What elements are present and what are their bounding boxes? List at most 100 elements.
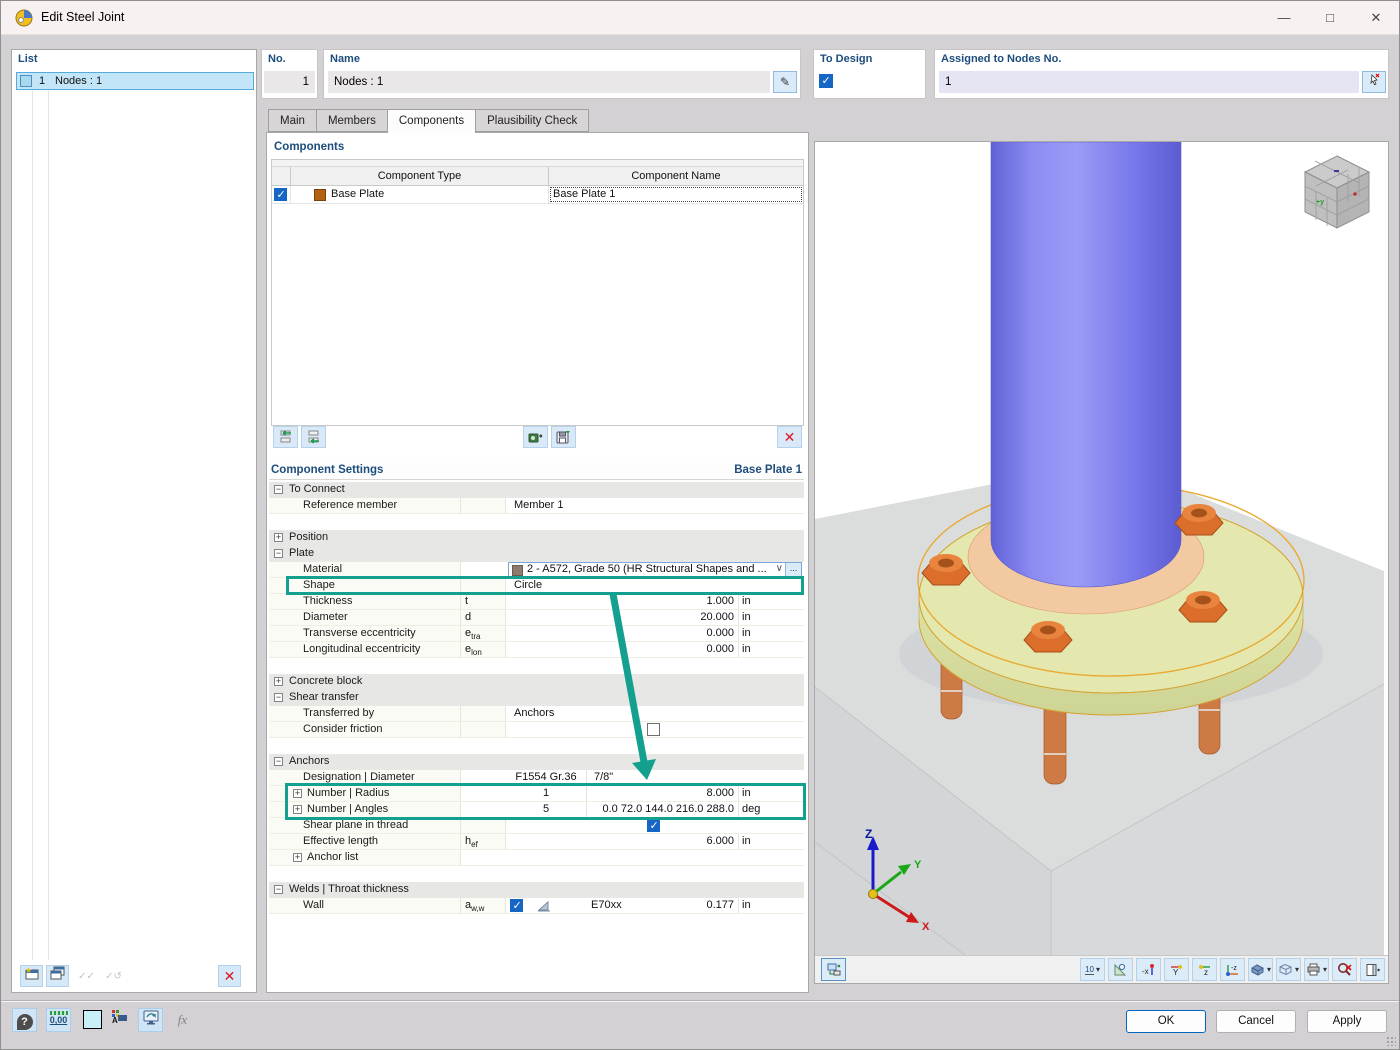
group-to-connect[interactable]: − To Connect (269, 482, 804, 498)
view-z-button[interactable]: z (1192, 958, 1217, 981)
apply-button[interactable]: Apply (1307, 1010, 1387, 1033)
name-field[interactable]: Nodes : 1 (328, 71, 770, 93)
sync-views-button[interactable] (821, 958, 846, 981)
row-thickness[interactable]: Thickness t 1.000 in (269, 594, 804, 610)
view-y-button[interactable]: Y (1164, 958, 1189, 981)
material-browse-button[interactable]: ... (785, 563, 801, 576)
collapse-icon[interactable]: − (274, 693, 283, 702)
row-longitudinal-eccentricity[interactable]: Longitudinal eccentricity elon 0.000 in (269, 642, 804, 658)
print-button[interactable]: ▾ (1304, 958, 1329, 981)
thickness-value[interactable]: 1.000 (706, 595, 734, 607)
angles-count-value[interactable]: 5 (506, 803, 586, 815)
save-component-button[interactable] (551, 426, 576, 448)
expand-icon[interactable]: + (293, 853, 302, 862)
group-concrete-block[interactable]: + Concrete block (269, 674, 804, 690)
anchor-diameter-value[interactable]: 7/8" (594, 771, 613, 783)
navigation-cube[interactable]: +y (1305, 156, 1369, 228)
row-number-angles[interactable]: + Number | Angles 5 0.0 72.0 144.0 216.0… (269, 802, 804, 818)
row-shear-plane[interactable]: Shear plane in thread (269, 818, 804, 834)
select-nodes-button[interactable] (1362, 71, 1386, 93)
list-item-nodes-1[interactable]: 1 Nodes : 1 (16, 72, 254, 90)
units-settings-button[interactable]: 0,00 (46, 1008, 71, 1032)
tab-members[interactable]: Members (317, 109, 388, 132)
expand-icon[interactable]: + (274, 677, 283, 686)
electrode-value[interactable]: E70xx (591, 899, 622, 911)
etra-value[interactable]: 0.000 (706, 627, 734, 639)
view-isometric-button[interactable]: -z (1220, 958, 1245, 981)
angles-list-value[interactable]: 0.0 72.0 144.0 216.0 288.0 (602, 803, 734, 815)
maximize-button[interactable]: □ (1307, 1, 1353, 35)
collapse-icon[interactable]: − (274, 549, 283, 558)
anchor-radius-value[interactable]: 8.000 (706, 787, 734, 799)
expand-icon[interactable]: + (293, 789, 302, 798)
row-transverse-eccentricity[interactable]: Transverse eccentricity etra 0.000 in (269, 626, 804, 642)
row-diameter[interactable]: Diameter d 20.000 in (269, 610, 804, 626)
insert-row-above-button[interactable] (273, 426, 298, 448)
cancel-zoom-button[interactable] (1332, 958, 1357, 981)
collapse-icon[interactable]: − (274, 485, 283, 494)
component-row-base-plate[interactable]: Base Plate Base Plate 1 (272, 186, 803, 204)
to-design-checkbox[interactable] (819, 74, 833, 88)
display-mode-button[interactable]: ▾ (1248, 958, 1273, 981)
transferred-by-value[interactable]: Anchors (514, 707, 554, 719)
insert-row-below-button[interactable] (301, 426, 326, 448)
3d-viewport[interactable]: +y Z Y X (814, 141, 1389, 984)
no-field[interactable]: 1 (264, 71, 315, 93)
collapse-icon[interactable]: − (274, 757, 283, 766)
row-transferred-by[interactable]: Transferred by Anchors (269, 706, 804, 722)
wall-weld-checkbox[interactable] (510, 899, 523, 912)
copy-joint-button[interactable] (46, 965, 69, 987)
ok-button[interactable]: OK (1126, 1010, 1206, 1033)
expand-icon[interactable]: + (274, 533, 283, 542)
designation-value[interactable]: F1554 Gr.36 (506, 771, 586, 783)
row-material[interactable]: Material 2 - A572, Grade 50 (HR Structur… (269, 562, 804, 578)
reference-member-value[interactable]: Member 1 (514, 499, 564, 511)
anchor-count-value[interactable]: 1 (506, 787, 586, 799)
delete-component-button[interactable]: ✕ (777, 426, 802, 448)
title-bar[interactable]: Edit Steel Joint — □ ✕ (1, 1, 1399, 35)
minimize-button[interactable]: — (1261, 1, 1307, 35)
group-welds[interactable]: − Welds | Throat thickness (269, 882, 804, 898)
view-minus-x-button[interactable]: -x (1136, 958, 1161, 981)
row-reference-member[interactable]: Reference member Member 1 (269, 498, 804, 514)
row-anchor-list[interactable]: + Anchor list (269, 850, 804, 866)
component-name-cell[interactable]: Base Plate 1 (549, 186, 803, 203)
collapse-icon[interactable]: − (274, 885, 283, 894)
expand-icon[interactable]: + (293, 805, 302, 814)
rendering-button[interactable] (138, 1008, 163, 1032)
row-consider-friction[interactable]: Consider friction (269, 722, 804, 738)
group-plate[interactable]: − Plate (269, 546, 804, 562)
tab-plausibility-check[interactable]: Plausibility Check (476, 109, 589, 132)
shape-value[interactable]: Circle (514, 579, 542, 591)
elon-value[interactable]: 0.000 (706, 643, 734, 655)
new-joint-button[interactable]: ★ (20, 965, 43, 987)
view-angle-button[interactable] (1108, 958, 1133, 981)
column-member[interactable] (991, 142, 1181, 587)
rename-button[interactable]: ✎ (773, 71, 797, 93)
group-shear-transfer[interactable]: − Shear transfer (269, 690, 804, 706)
panel-toggle-button[interactable] (1360, 958, 1385, 981)
delete-joint-button[interactable]: ✕ (218, 965, 241, 987)
row-shape[interactable]: Shape Circle (269, 578, 804, 594)
close-button[interactable]: ✕ (1353, 1, 1399, 35)
tab-components[interactable]: Components (388, 109, 476, 133)
tab-main[interactable]: Main (268, 109, 317, 132)
chevron-down-icon[interactable]: ∨ (776, 563, 783, 574)
dimension-display-button[interactable]: 10 ▾ (1080, 958, 1105, 981)
group-position[interactable]: + Position (269, 530, 804, 546)
cancel-button[interactable]: Cancel (1216, 1010, 1296, 1033)
resize-grip[interactable] (1386, 1036, 1396, 1046)
weld-thickness-value[interactable]: 0.177 (706, 899, 734, 911)
row-number-radius[interactable]: + Number | Radius 1 8.000 in (269, 786, 804, 802)
diameter-value[interactable]: 20.000 (700, 611, 734, 623)
help-button[interactable]: ? (12, 1008, 37, 1032)
shear-plane-checkbox[interactable] (647, 819, 660, 832)
component-active-checkbox[interactable] (274, 188, 287, 201)
row-effective-length[interactable]: Effective length hef 6.000 in (269, 834, 804, 850)
row-designation-diameter[interactable]: Designation | Diameter F1554 Gr.36 7/8" (269, 770, 804, 786)
display-properties-button[interactable]: A (107, 1008, 132, 1032)
row-wall-weld[interactable]: Wall aw,w E70xx 0.177 in (269, 898, 804, 914)
color-swatch-button[interactable] (80, 1008, 105, 1032)
consider-friction-checkbox[interactable] (647, 723, 660, 736)
import-component-button[interactable] (523, 426, 548, 448)
